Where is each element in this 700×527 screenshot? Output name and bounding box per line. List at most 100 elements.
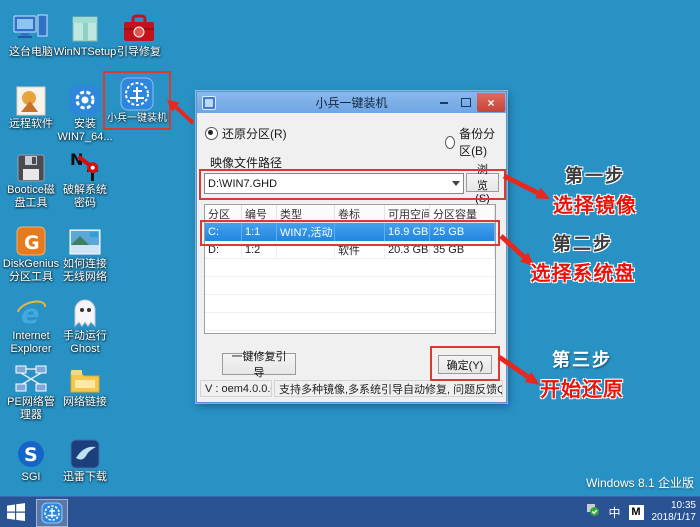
folder-icon (69, 358, 101, 394)
usb-safe-remove-icon[interactable] (585, 502, 600, 522)
arrow-to-icon (174, 105, 195, 125)
col-header: 卷标 (335, 205, 385, 222)
col-header: 类型 (277, 205, 335, 222)
clock-time: 10:35 (670, 500, 696, 511)
desktop-icon-sgi[interactable]: S SGI (4, 433, 58, 484)
desktop-icon-ghost[interactable]: 手动运行Ghost (58, 292, 112, 355)
floppy-disk-icon (17, 146, 45, 182)
desktop-icon-label: 手动运行Ghost (63, 330, 107, 355)
minimize-icon (440, 101, 448, 104)
desktop-icon-label: DiskGenius分区工具 (2, 258, 60, 283)
start-button[interactable] (5, 502, 27, 522)
xiaobing-app-icon (120, 75, 154, 111)
step-number: 第一步 (565, 166, 625, 186)
repair-boot-button[interactable]: 一键修复引导 (222, 351, 296, 379)
desktop-icon-label: Internet Explorer (10, 330, 52, 355)
picture-icon (16, 80, 46, 116)
desktop-icon-pe-network-manager[interactable]: PE网络管理器 (4, 358, 58, 421)
radio-restore-partition[interactable]: 还原分区(R) (205, 125, 287, 142)
cell-type (277, 241, 335, 259)
photo-icon (69, 220, 101, 256)
computer-icon (13, 8, 49, 44)
table-row-c-selected[interactable]: C: 1:1 WIN7,活动 16.9 GB 25 GB (205, 223, 495, 241)
table-header-row: 分区 编号 类型 卷标 可用空间 分区容量 (205, 205, 495, 223)
partition-table[interactable]: 分区 编号 类型 卷标 可用空间 分区容量 C: 1:1 WIN7,活动 16.… (204, 204, 496, 334)
windows-edition-watermark: Windows 8.1 企业版 (585, 476, 694, 490)
image-path-value: D:\WIN7.GHD (208, 177, 278, 190)
maximize-icon (461, 98, 471, 107)
cell-volume-label: 软件 (335, 241, 385, 259)
taskbar-clock[interactable]: 10:35 2018/1/17 (652, 500, 697, 524)
maximize-button[interactable] (455, 93, 477, 112)
desktop-icon-remote-software[interactable]: 远程软件 (4, 80, 58, 131)
svg-text:S: S (24, 444, 38, 466)
radio-selected-icon (205, 127, 218, 140)
cell-free-space: 20.3 GB (385, 241, 430, 259)
gear-app-icon (69, 80, 101, 116)
desktop-icon-label: 迅雷下载 (63, 471, 107, 483)
annotation-step3: 第三步 开始还原 (532, 346, 632, 402)
clock-date: 2018/1/17 (651, 512, 697, 523)
radio-backup-partition[interactable]: 备份分区(B) (445, 125, 506, 159)
status-info-text: 支持多种镜像,多系统引导自动修复, 问题反馈QQ群:606616468 (274, 380, 503, 397)
desktop-icon-label: 破解系统密码 (63, 184, 107, 209)
desktop-icon-label: 引导修复 (117, 46, 161, 58)
taskbar: 中 M 10:35 2018/1/17 (0, 496, 700, 527)
annotation-step2: 第二步 选择系统盘 (528, 230, 638, 286)
ghost-icon (71, 292, 99, 328)
browse-button[interactable]: 浏览(S) (466, 164, 499, 205)
col-header: 分区容量 (430, 205, 495, 222)
step-action: 选择镜像 (553, 195, 637, 217)
desktop-icon-label: 小兵一键装机 (107, 113, 167, 124)
desktop-icon-diskgenius[interactable]: G DiskGenius分区工具 (2, 220, 60, 283)
desktop-icon-bootice[interactable]: Bootice磁盘工具 (4, 146, 58, 209)
image-path-label: 映像文件路径 (210, 156, 283, 170)
desktop-icon-label: 远程软件 (9, 118, 53, 130)
desktop-icon-label: 网络链接 (63, 396, 107, 408)
desktop-icon-xiaobing-installer[interactable]: 小兵一键装机 (107, 75, 167, 125)
desktop-icon-wifi-howto[interactable]: 如何连接无线网络 (58, 220, 112, 283)
xiaobing-installer-window: 小兵一键装机 × 还原分区(R) 备份分区(B) 映像文件路径 D:\WIN7.… (196, 91, 507, 403)
table-row-d[interactable]: D: 1:2 软件 20.3 GB 35 GB (205, 241, 495, 259)
close-button[interactable]: × (477, 93, 505, 112)
desktop-icon-boot-repair[interactable]: 引导修复 (112, 8, 166, 59)
minimize-button[interactable] (433, 93, 455, 112)
ime-language-indicator[interactable]: 中 (608, 504, 620, 521)
ok-button[interactable]: 确定(Y) (438, 355, 492, 374)
desktop-icon-label: 安装 WIN7_64... (57, 118, 113, 143)
desktop-icon-winntsetup[interactable]: WinNTSetup (54, 8, 116, 59)
close-icon: × (487, 95, 495, 110)
desktop-icon-internet-explorer[interactable]: e Internet Explorer (4, 292, 58, 355)
cell-number: 1:1 (242, 223, 277, 241)
step-action: 选择系统盘 (530, 263, 636, 285)
desktop-icon-password-crack[interactable]: NT 破解系统密码 (58, 146, 112, 209)
arrow-step1 (502, 173, 540, 196)
desktop-icon-network-links[interactable]: 网络链接 (58, 358, 112, 409)
package-icon (70, 8, 100, 44)
sgi-icon: S (16, 433, 46, 469)
xiaobing-app-icon (41, 502, 63, 524)
ie-icon: e (16, 292, 46, 328)
step-number: 第三步 (552, 350, 612, 370)
status-bar: V : oem4.0.0.0 支持多种镜像,多系统引导自动修复, 问题反馈QQ群… (200, 380, 503, 397)
desktop-icon-this-pc[interactable]: 这台电脑 (4, 8, 58, 59)
svg-text:G: G (24, 232, 40, 254)
annotation-step1: 第一步 选择镜像 (545, 162, 645, 218)
cell-partition: D: (205, 241, 242, 259)
cell-volume-label (335, 223, 385, 241)
chevron-down-icon (449, 181, 463, 186)
taskbar-app-xiaobing[interactable] (36, 499, 68, 527)
desktop-icon-install-win7[interactable]: 安装 WIN7_64... (57, 80, 113, 143)
radio-label: 备份分区(B) (459, 127, 496, 158)
cell-capacity: 25 GB (430, 223, 495, 241)
bird-icon (70, 433, 100, 469)
windows-logo-icon (7, 503, 25, 521)
version-text: V : oem4.0.0.0 (200, 380, 272, 397)
desktop: 这台电脑 WinNTSetup 引导修复 远程软件 安装 WIN7_64... … (0, 0, 700, 527)
desktop-icon-thunder-download[interactable]: 迅雷下载 (58, 433, 112, 484)
col-header: 编号 (242, 205, 277, 222)
image-path-combobox[interactable]: D:\WIN7.GHD (204, 173, 464, 194)
cell-partition: C: (205, 223, 242, 241)
desktop-icon-label: 这台电脑 (9, 46, 53, 58)
ime-mode-indicator[interactable]: M (628, 504, 644, 520)
